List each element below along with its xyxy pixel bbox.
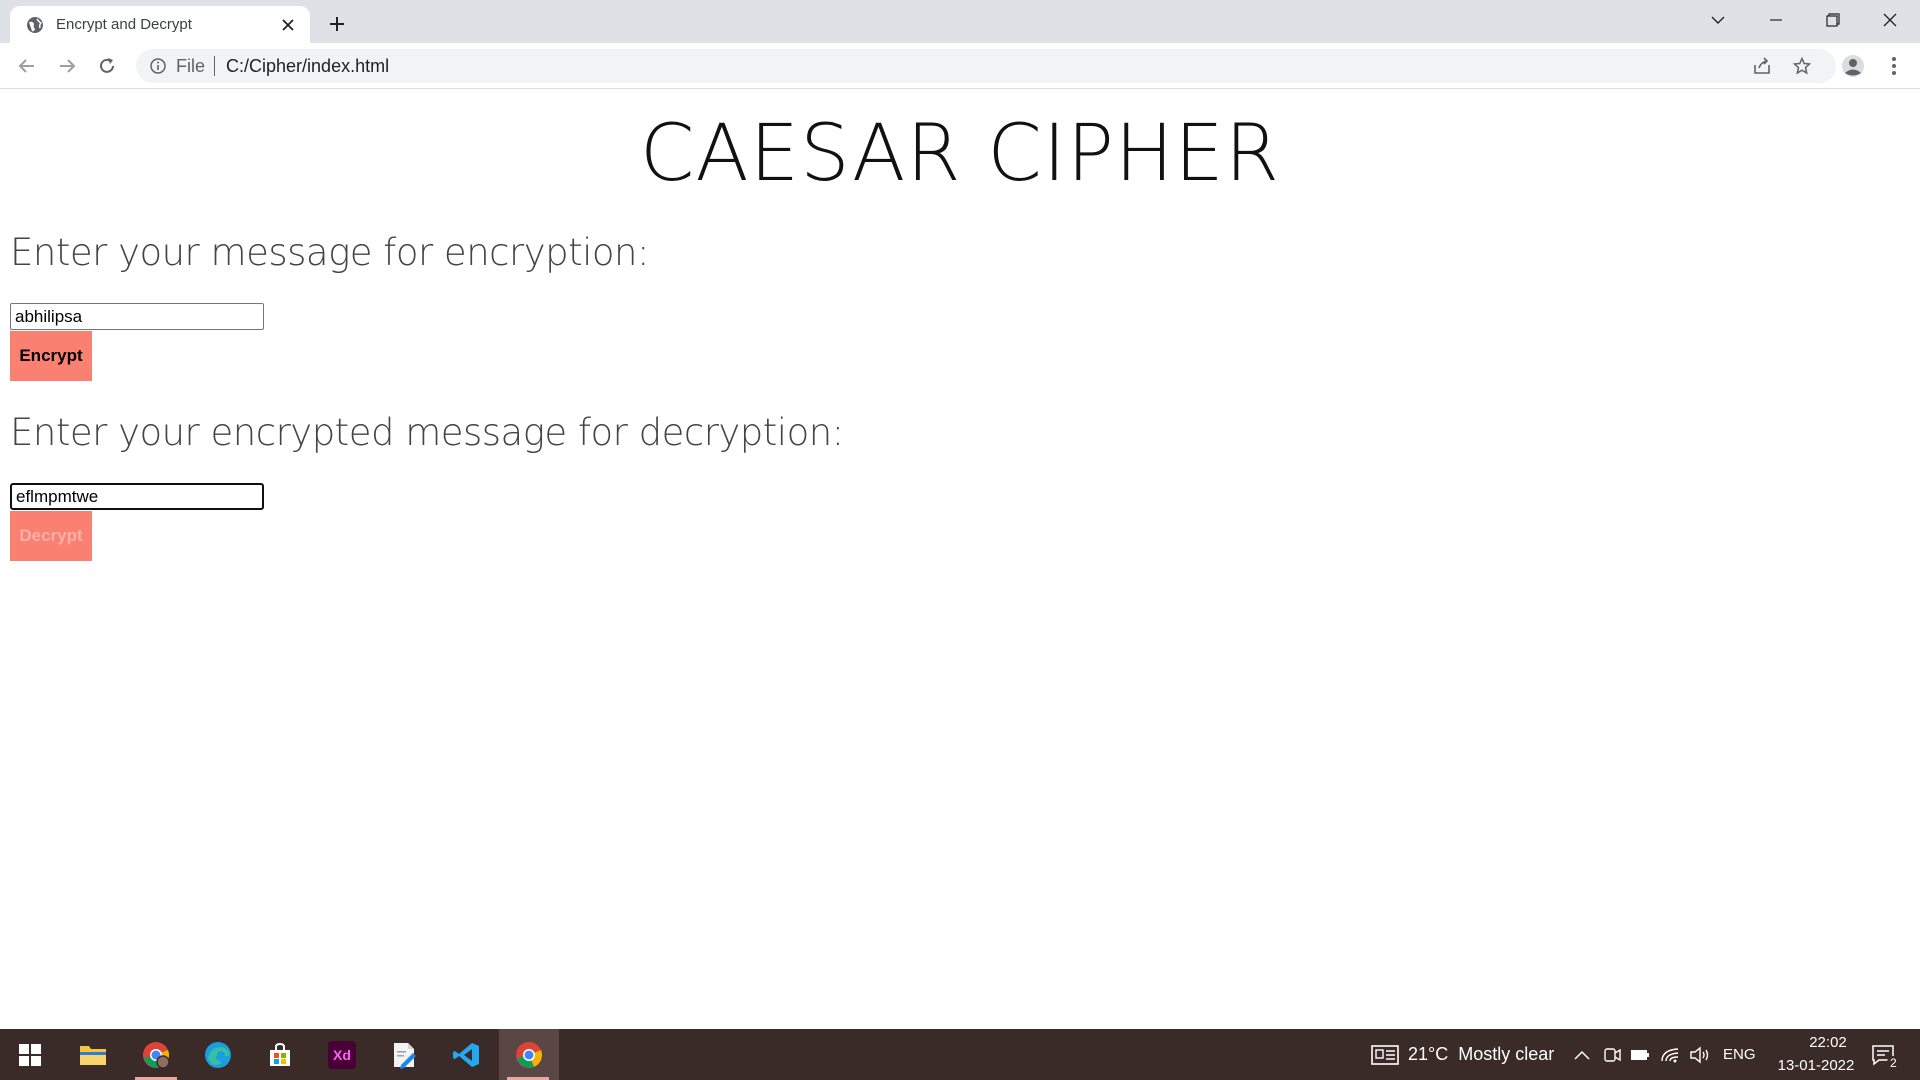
decrypt-message-input[interactable] (10, 483, 264, 510)
microsoft-store-icon[interactable] (251, 1029, 309, 1080)
reload-icon[interactable] (91, 50, 123, 82)
notepad-icon[interactable] (375, 1029, 433, 1080)
adobe-xd-icon[interactable]: Xd (313, 1029, 371, 1080)
browser-menu-icon[interactable] (1878, 50, 1910, 82)
weather-text[interactable]: 21°C Mostly clear (1408, 1044, 1554, 1065)
share-icon[interactable] (1746, 54, 1778, 78)
chrome-taskbar-icon[interactable] (499, 1029, 559, 1080)
encrypt-button[interactable]: Encrypt (10, 331, 92, 381)
url-scheme-label: File (176, 55, 206, 76)
info-icon[interactable] (148, 56, 168, 76)
encrypt-message-input[interactable] (10, 303, 264, 330)
wifi-icon[interactable] (1658, 1043, 1682, 1067)
url-text[interactable]: C:/Cipher/index.html (226, 56, 389, 77)
browser-tabstrip: Encrypt and Decrypt (0, 0, 1920, 43)
page-title: CAESAR CIPHER (639, 109, 1281, 199)
url-separator (214, 56, 216, 76)
back-icon[interactable] (11, 50, 43, 82)
browser-toolbar: File C:/Cipher/index.html (0, 43, 1920, 89)
clock-date[interactable]: 13-01-2022 (1766, 1057, 1866, 1074)
close-tab-icon[interactable] (276, 13, 300, 37)
meet-now-icon[interactable] (1600, 1043, 1624, 1067)
address-bar[interactable]: File C:/Cipher/index.html (136, 49, 1836, 83)
windows-start-icon[interactable] (1, 1029, 59, 1080)
globe-icon (26, 16, 44, 34)
decrypt-button[interactable]: Decrypt (10, 511, 92, 561)
notification-count-badge: 2 (1887, 1056, 1900, 1070)
bookmark-star-icon[interactable] (1786, 54, 1818, 78)
weather-widget-icon[interactable] (1370, 1043, 1400, 1067)
language-indicator[interactable]: ENG (1723, 1046, 1756, 1063)
tab-title: Encrypt and Decrypt (56, 16, 192, 33)
page-content: CAESAR CIPHER Enter your message for enc… (0, 89, 1920, 1029)
svg-text:Xd: Xd (333, 1047, 351, 1063)
clock-time[interactable]: 22:02 (1790, 1034, 1866, 1051)
encrypt-heading: Enter your message for encryption: (10, 231, 649, 274)
edge-icon[interactable] (189, 1029, 247, 1080)
volume-icon[interactable] (1688, 1043, 1712, 1067)
close-window-icon[interactable] (1862, 0, 1918, 40)
decrypt-heading: Enter your encrypted message for decrypt… (10, 411, 844, 454)
battery-icon[interactable] (1628, 1043, 1652, 1067)
vs-code-icon[interactable] (437, 1029, 495, 1080)
chrome-profile-icon[interactable] (127, 1029, 185, 1080)
windows-taskbar: Xd 21°C Mostly clear ENG 22:02 13-01-202… (0, 1029, 1920, 1080)
tab-search-icon[interactable] (1690, 0, 1746, 40)
browser-tab[interactable]: Encrypt and Decrypt (10, 6, 310, 43)
show-hidden-icons-icon[interactable] (1570, 1043, 1594, 1067)
forward-icon[interactable] (51, 50, 83, 82)
restore-icon[interactable] (1805, 0, 1861, 40)
file-explorer-icon[interactable] (64, 1029, 122, 1080)
new-tab-icon[interactable] (323, 10, 351, 38)
minimize-icon[interactable] (1748, 0, 1804, 40)
profile-avatar-icon[interactable] (1837, 50, 1869, 82)
